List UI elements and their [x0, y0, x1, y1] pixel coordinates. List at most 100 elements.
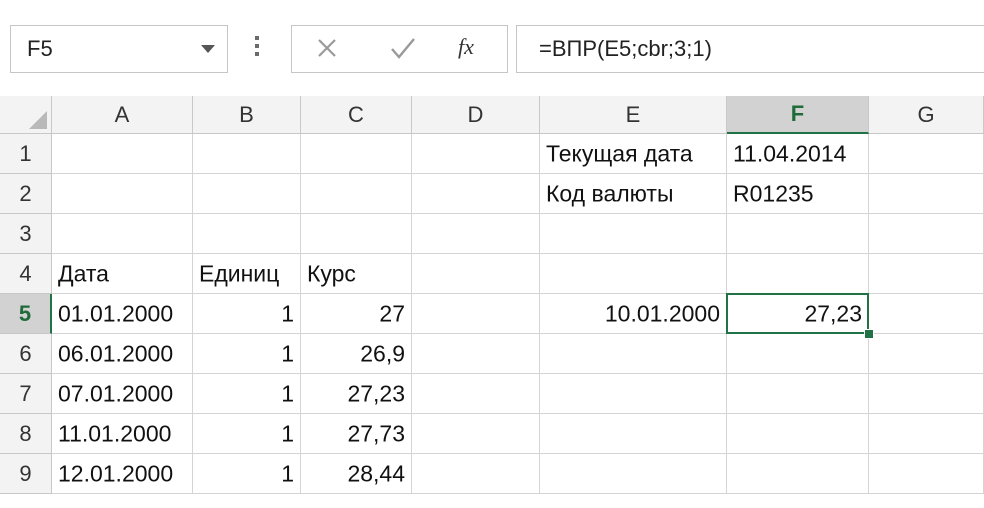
column-header-b[interactable]: B [193, 96, 301, 134]
cell-c2[interactable] [301, 174, 412, 214]
cell-g1[interactable] [869, 134, 984, 174]
select-all-triangle-icon[interactable] [29, 111, 47, 129]
cell-e2[interactable]: Код валюты [540, 174, 727, 214]
cell-b1[interactable] [193, 134, 301, 174]
cell-e8[interactable] [540, 414, 727, 454]
cell-a6[interactable]: 06.01.2000 [52, 334, 193, 374]
cell-g8[interactable] [869, 414, 984, 454]
cell-f6[interactable] [727, 334, 869, 374]
cell-value: 01.01.2000 [58, 300, 174, 326]
cell-a7[interactable]: 07.01.2000 [52, 374, 193, 414]
cell-d8[interactable] [412, 414, 540, 454]
cell-d1[interactable] [412, 134, 540, 174]
row-header-label: 6 [19, 340, 32, 366]
cell-a2[interactable] [52, 174, 193, 214]
cell-f7[interactable] [727, 374, 869, 414]
cell-value: 1 [281, 420, 294, 446]
cell-g7[interactable] [869, 374, 984, 414]
cell-e7[interactable] [540, 374, 727, 414]
cell-f9[interactable] [727, 454, 869, 494]
cell-d6[interactable] [412, 334, 540, 374]
cell-b7[interactable]: 1 [193, 374, 301, 414]
column-header-g[interactable]: G [869, 96, 984, 134]
row-header-6[interactable]: 6 [0, 334, 52, 374]
cell-d5[interactable] [412, 294, 540, 334]
formula-bar: F5 fx =ВПР(E5;cbr;3;1) [0, 0, 984, 90]
row-header-4[interactable]: 4 [0, 254, 52, 294]
cell-f2[interactable]: R01235 [727, 174, 869, 214]
x-icon[interactable] [312, 33, 342, 63]
cell-c1[interactable] [301, 134, 412, 174]
column-header-e[interactable]: E [540, 96, 727, 134]
row-header-3[interactable]: 3 [0, 214, 52, 254]
cell-b8[interactable]: 1 [193, 414, 301, 454]
select-all-corner[interactable] [0, 96, 52, 134]
cell-c8[interactable]: 27,73 [301, 414, 412, 454]
cell-g6[interactable] [869, 334, 984, 374]
cell-a4[interactable]: Дата [52, 254, 193, 294]
cell-b4[interactable]: Единиц [193, 254, 301, 294]
cell-c4[interactable]: Курс [301, 254, 412, 294]
cell-f8[interactable] [727, 414, 869, 454]
cell-a5[interactable]: 01.01.2000 [52, 294, 193, 334]
row-header-8[interactable]: 8 [0, 414, 52, 454]
row-header-1[interactable]: 1 [0, 134, 52, 174]
cell-value: 07.01.2000 [58, 380, 174, 406]
cell-e1[interactable]: Текущая дата [540, 134, 727, 174]
cell-e5[interactable]: 10.01.2000 [540, 294, 727, 334]
cell-g4[interactable] [869, 254, 984, 294]
fill-handle[interactable] [864, 329, 874, 339]
checkmark-icon[interactable] [386, 32, 420, 64]
column-header-label: F [790, 101, 805, 126]
fx-icon[interactable]: fx [458, 34, 474, 60]
cell-d4[interactable] [412, 254, 540, 294]
cell-value: 11.01.2000 [58, 420, 172, 446]
cell-b5[interactable]: 1 [193, 294, 301, 334]
cell-value: Единиц [199, 260, 280, 286]
column-header-a[interactable]: A [52, 96, 193, 134]
cell-b6[interactable]: 1 [193, 334, 301, 374]
row-header-5[interactable]: 5 [0, 294, 52, 334]
cell-g5[interactable] [869, 294, 984, 334]
cell-f1[interactable]: 11.04.2014 [727, 134, 869, 174]
cell-a3[interactable] [52, 214, 193, 254]
cell-a9[interactable]: 12.01.2000 [52, 454, 193, 494]
cell-d3[interactable] [412, 214, 540, 254]
cell-c5[interactable]: 27 [301, 294, 412, 334]
cell-e9[interactable] [540, 454, 727, 494]
cell-b2[interactable] [193, 174, 301, 214]
cell-g2[interactable] [869, 174, 984, 214]
cell-d7[interactable] [412, 374, 540, 414]
cell-g9[interactable] [869, 454, 984, 494]
cell-a1[interactable] [52, 134, 193, 174]
cell-c9[interactable]: 28,44 [301, 454, 412, 494]
cell-d2[interactable] [412, 174, 540, 214]
cell-c7[interactable]: 27,23 [301, 374, 412, 414]
cell-b9[interactable]: 1 [193, 454, 301, 494]
cell-value: 1 [281, 340, 294, 366]
column-header-label: D [467, 101, 484, 127]
cell-b3[interactable] [193, 214, 301, 254]
cell-c6[interactable]: 26,9 [301, 334, 412, 374]
formula-input[interactable]: =ВПР(E5;cbr;3;1) [516, 25, 984, 73]
cell-f3[interactable] [727, 214, 869, 254]
column-header-f[interactable]: F [727, 96, 869, 134]
cell-c3[interactable] [301, 214, 412, 254]
drag-handle-icon[interactable] [254, 36, 260, 60]
cell-a8[interactable]: 11.01.2000 [52, 414, 193, 454]
cell-e4[interactable] [540, 254, 727, 294]
name-box[interactable]: F5 [10, 25, 228, 73]
cell-e6[interactable] [540, 334, 727, 374]
column-header-d[interactable]: D [412, 96, 540, 134]
chevron-down-icon[interactable] [201, 45, 215, 53]
row-header-label: 2 [19, 180, 32, 206]
column-header-label: E [625, 101, 641, 127]
row-header-9[interactable]: 9 [0, 454, 52, 494]
cell-d9[interactable] [412, 454, 540, 494]
cell-g3[interactable] [869, 214, 984, 254]
cell-e3[interactable] [540, 214, 727, 254]
cell-f4[interactable] [727, 254, 869, 294]
row-header-2[interactable]: 2 [0, 174, 52, 214]
row-header-7[interactable]: 7 [0, 374, 52, 414]
column-header-c[interactable]: C [301, 96, 412, 134]
